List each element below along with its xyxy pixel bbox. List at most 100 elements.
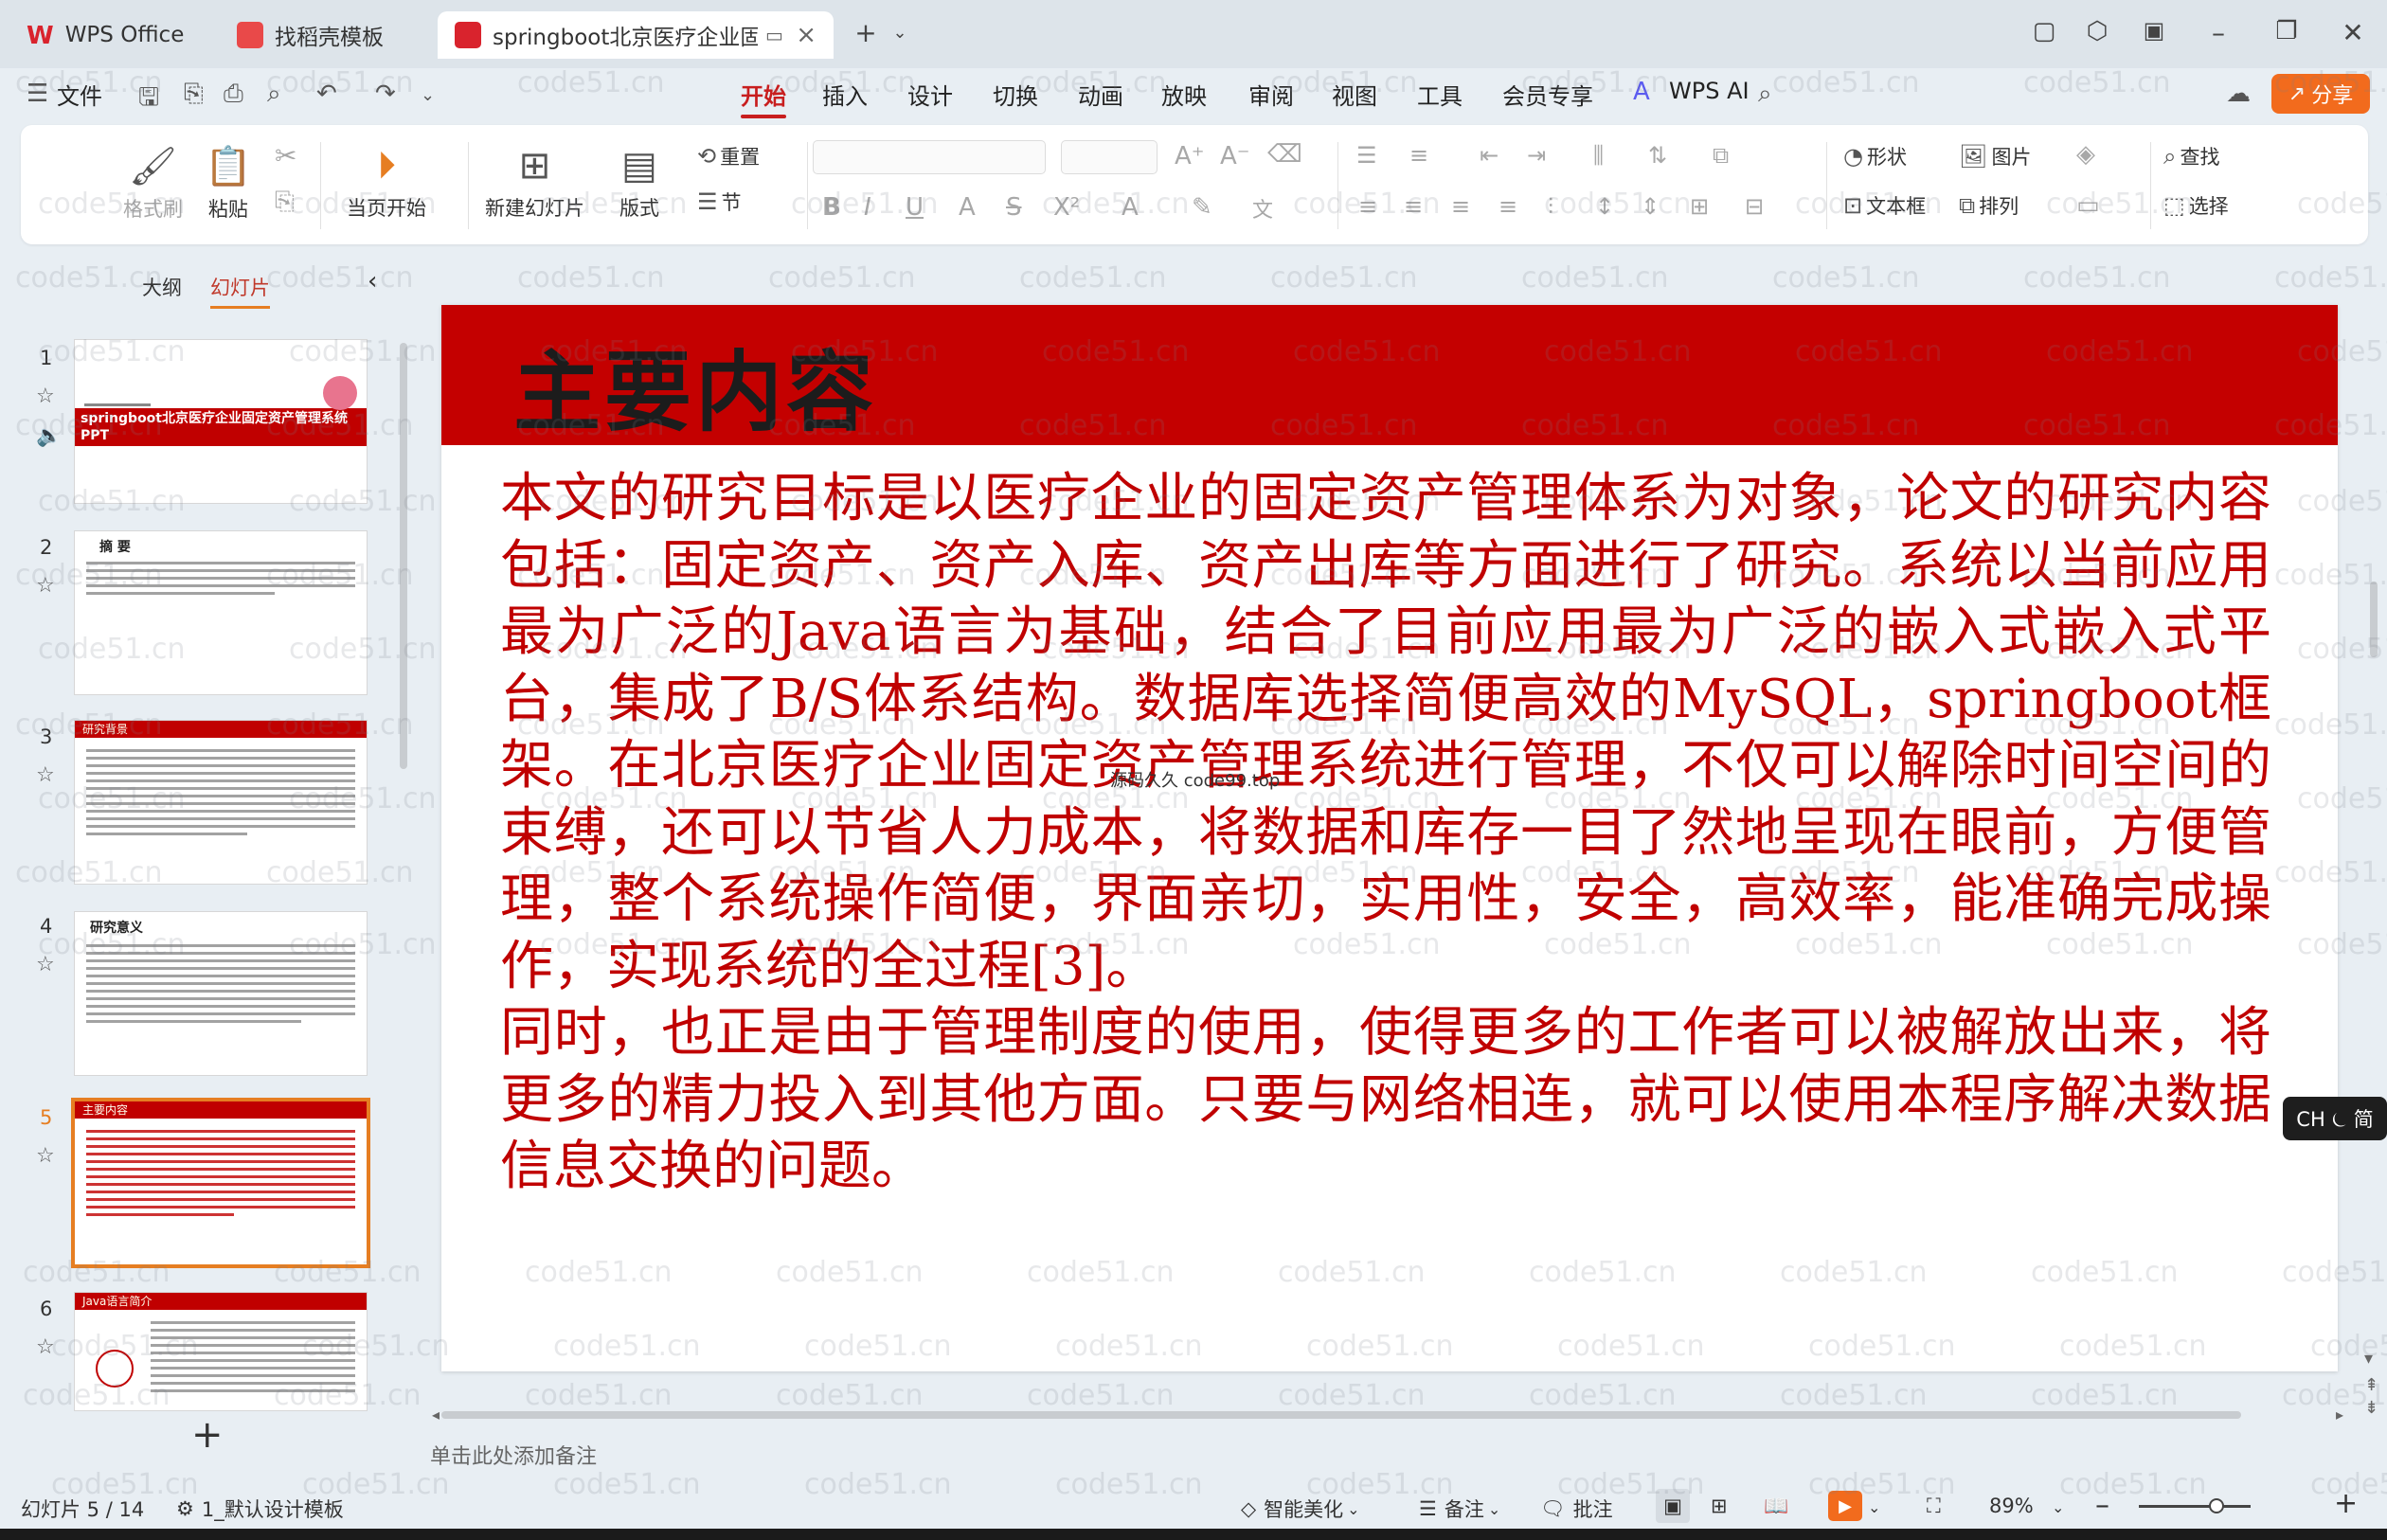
print-icon[interactable]: ⎙ bbox=[224, 80, 243, 109]
paste-button[interactable]: 📋 粘贴 bbox=[205, 144, 252, 223]
cloud-icon[interactable]: ☁ bbox=[2226, 80, 2251, 108]
underline-icon[interactable]: U bbox=[906, 193, 924, 222]
scroll-right-icon[interactable]: ▸ bbox=[2336, 1406, 2343, 1424]
scroll-left-icon[interactable]: ◂ bbox=[432, 1406, 440, 1424]
horizontal-scrollbar[interactable] bbox=[441, 1411, 2241, 1419]
text-direction-icon[interactable]: ⇅ bbox=[1648, 142, 1667, 169]
slide-thumbnail-6[interactable]: Java语言简介 bbox=[74, 1292, 368, 1411]
superscript-icon[interactable]: X² bbox=[1053, 193, 1080, 222]
italic-icon[interactable]: I bbox=[864, 193, 871, 222]
close-tab-icon[interactable]: × bbox=[796, 21, 817, 49]
panel-scrollbar[interactable] bbox=[400, 343, 407, 769]
arrange-button[interactable]: ⧉ 排列 bbox=[1959, 191, 2019, 220]
fit-window-icon[interactable]: ⛶ bbox=[1927, 1495, 1941, 1518]
bullet-list-icon[interactable]: ☰ bbox=[1356, 142, 1377, 169]
search-icon[interactable]: ⌕ bbox=[1758, 80, 1772, 109]
redo-icon[interactable]: ↷ bbox=[375, 80, 396, 108]
menu-view[interactable]: 视图 bbox=[1332, 78, 1377, 111]
new-slide-button[interactable]: ⊞ 新建幻灯片 bbox=[485, 144, 584, 222]
print-preview-icon[interactable]: ⌕ bbox=[267, 80, 281, 109]
menu-slideshow[interactable]: 放映 bbox=[1161, 78, 1207, 111]
picture-button[interactable]: 🖼 图片 bbox=[1959, 142, 2031, 170]
zoom-level[interactable]: 89% bbox=[1989, 1495, 2034, 1517]
zoom-out-icon[interactable]: – bbox=[2095, 1489, 2109, 1522]
export-icon[interactable]: ⎘ bbox=[184, 80, 204, 109]
restore-icon[interactable]: ❐ bbox=[2268, 17, 2306, 45]
menu-design[interactable]: 设计 bbox=[907, 78, 953, 111]
menu-membership[interactable]: 会员专享 bbox=[1502, 78, 1593, 111]
textbox-button[interactable]: ⊡ 文本框 bbox=[1843, 191, 1926, 220]
font-color-icon[interactable]: A bbox=[1122, 193, 1139, 222]
line-spacing-icon[interactable]: ↕ bbox=[1595, 193, 1614, 220]
font-size-select[interactable] bbox=[1061, 140, 1158, 174]
ime-indicator[interactable]: CH ⏾ 简 bbox=[2283, 1097, 2387, 1140]
section-button[interactable]: ☰ 节 bbox=[697, 188, 742, 216]
zoom-slider-handle[interactable] bbox=[2209, 1498, 2224, 1513]
reading-view-icon[interactable]: 📖 bbox=[1764, 1495, 1788, 1518]
add-slide-button[interactable]: + bbox=[191, 1413, 224, 1457]
save-icon[interactable]: 🖫 bbox=[138, 80, 159, 121]
slide-sorter-icon[interactable]: ⊞ bbox=[1711, 1495, 1728, 1517]
shadow-icon[interactable]: A bbox=[959, 193, 976, 222]
tab-slides[interactable]: 幻灯片 bbox=[210, 273, 270, 309]
align-center-icon[interactable]: ≡ bbox=[1404, 193, 1423, 220]
increase-font-icon[interactable]: A⁺ bbox=[1175, 142, 1205, 170]
chevron-down-icon[interactable]: ⌄ bbox=[421, 85, 435, 105]
window-layout-icon[interactable]: ▢ bbox=[2025, 17, 2063, 45]
star-icon[interactable]: ☆ bbox=[36, 1335, 55, 1359]
star-icon[interactable]: ☆ bbox=[36, 574, 55, 598]
collapse-panel-icon[interactable]: ‹ bbox=[368, 267, 377, 295]
menu-transitions[interactable]: 切换 bbox=[993, 78, 1038, 111]
align-left-icon[interactable]: ≡ bbox=[1358, 193, 1377, 220]
slide-body-textbox[interactable]: 本文的研究目标是以医疗企业的固定资产管理体系为对象，论文的研究内容包括：固定资产… bbox=[500, 466, 2271, 1201]
slide-title[interactable]: 主要内容 bbox=[513, 322, 877, 448]
menu-file[interactable]: 文件 bbox=[57, 78, 102, 111]
justify-icon[interactable]: ≡ bbox=[1499, 193, 1517, 220]
minimize-icon[interactable]: – bbox=[2199, 17, 2237, 48]
menu-review[interactable]: 审阅 bbox=[1248, 78, 1294, 111]
avatar[interactable]: ▣ bbox=[2135, 17, 2173, 44]
new-tab-icon[interactable]: + bbox=[847, 17, 885, 48]
star-icon[interactable]: ☆ bbox=[36, 953, 55, 976]
layout-button[interactable]: ▤ 版式 bbox=[619, 144, 659, 222]
slide-thumbnail-3[interactable]: 研究背景 bbox=[74, 720, 368, 885]
tab-outline[interactable]: 大纲 bbox=[142, 273, 182, 301]
comments-button[interactable]: 🗨 批注 bbox=[1540, 1495, 1613, 1523]
vertical-scrollbar[interactable] bbox=[2370, 582, 2378, 657]
normal-view-icon[interactable]: ▣ bbox=[1656, 1489, 1690, 1523]
shape-button[interactable]: ◔ 形状 bbox=[1843, 142, 1907, 170]
notes-area[interactable]: 单击此处添加备注 bbox=[430, 1440, 2362, 1477]
highlight-icon[interactable]: ✎ bbox=[1192, 193, 1212, 222]
tab-docer-templates[interactable]: 找稻壳模板 bbox=[220, 11, 428, 59]
menu-insert[interactable]: 插入 bbox=[822, 78, 868, 111]
chevron-down-icon[interactable]: ⌄ bbox=[1868, 1498, 1880, 1516]
find-button[interactable]: ⌕ 查找 bbox=[2163, 142, 2219, 170]
tab-current-document[interactable]: springboot北京医疗企业固定 ▭ × bbox=[438, 11, 834, 59]
smart-beautify-button[interactable]: ◇ 智能美化 ⌄ bbox=[1241, 1495, 1360, 1523]
next-slide-icon[interactable]: ⇟ bbox=[2364, 1398, 2378, 1418]
cut-icon[interactable]: ✂ bbox=[275, 140, 296, 171]
paragraph-spacing-icon[interactable]: ⇕ bbox=[1641, 193, 1660, 220]
menu-animations[interactable]: 动画 bbox=[1078, 78, 1123, 111]
speaker-icon[interactable]: 🔈 bbox=[36, 424, 62, 448]
previous-slide-icon[interactable]: ⇞ bbox=[2364, 1375, 2378, 1395]
zoom-slider[interactable] bbox=[2139, 1505, 2251, 1508]
format-painter-button[interactable]: 🖌 格式刷 bbox=[123, 144, 183, 223]
star-icon[interactable]: ☆ bbox=[36, 763, 55, 787]
bold-icon[interactable]: B bbox=[822, 193, 841, 222]
menu-wps-ai[interactable]: WPS AI bbox=[1669, 78, 1750, 104]
close-window-icon[interactable]: ✕ bbox=[2334, 17, 2372, 48]
align-right-icon[interactable]: ≡ bbox=[1451, 193, 1470, 220]
star-icon[interactable]: ☆ bbox=[36, 385, 55, 408]
scroll-down-icon[interactable]: ▾ bbox=[2364, 1349, 2373, 1369]
text-align-icon[interactable]: ⊟ bbox=[1745, 193, 1764, 220]
fill-icon[interactable]: ◈ bbox=[2076, 140, 2095, 169]
numbered-list-icon[interactable]: ≡ bbox=[1409, 142, 1428, 169]
star-icon[interactable]: ☆ bbox=[36, 1144, 55, 1168]
strikethrough-icon[interactable]: S bbox=[1006, 193, 1022, 222]
share-button[interactable]: ↗ 分享 bbox=[2271, 74, 2370, 114]
outline-icon[interactable]: ▭ bbox=[2076, 191, 2100, 220]
play-from-current-button[interactable]: ⏵ 当页开始 bbox=[347, 144, 426, 222]
select-button[interactable]: ⬚ 选择 bbox=[2163, 191, 2229, 220]
slide-thumbnail-2[interactable]: 摘 要 bbox=[74, 530, 368, 695]
